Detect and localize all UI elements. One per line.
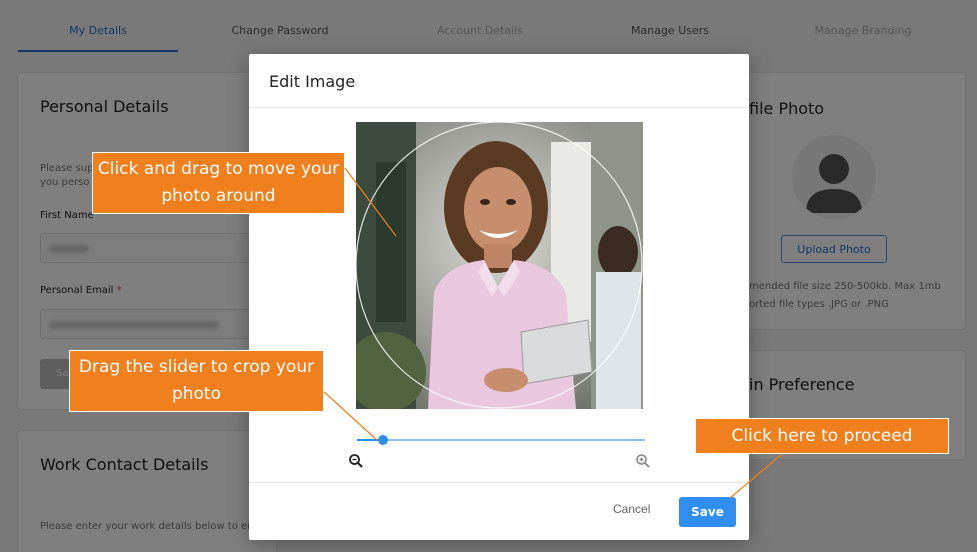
modal-title: Edit Image <box>269 72 356 91</box>
modal-footer-divider <box>249 482 749 483</box>
callout-crop-photo: Drag the slider to crop your photo <box>69 350 324 412</box>
zoom-in-icon[interactable] <box>635 453 651 469</box>
modal-header-divider <box>249 107 749 108</box>
photo-preview <box>356 122 643 409</box>
zoom-out-icon[interactable] <box>348 453 364 469</box>
edit-image-modal: Edit Image Cancel Save <box>249 54 749 540</box>
callout-move-photo: Click and drag to move your photo around <box>92 152 345 214</box>
zoom-slider-thumb[interactable] <box>377 435 388 445</box>
cancel-button[interactable]: Cancel <box>613 502 650 516</box>
zoom-slider-track[interactable] <box>357 439 645 441</box>
save-button[interactable]: Save <box>679 497 736 527</box>
callout-proceed: Click here to proceed <box>695 418 949 454</box>
photo-crop-area[interactable] <box>356 122 643 409</box>
